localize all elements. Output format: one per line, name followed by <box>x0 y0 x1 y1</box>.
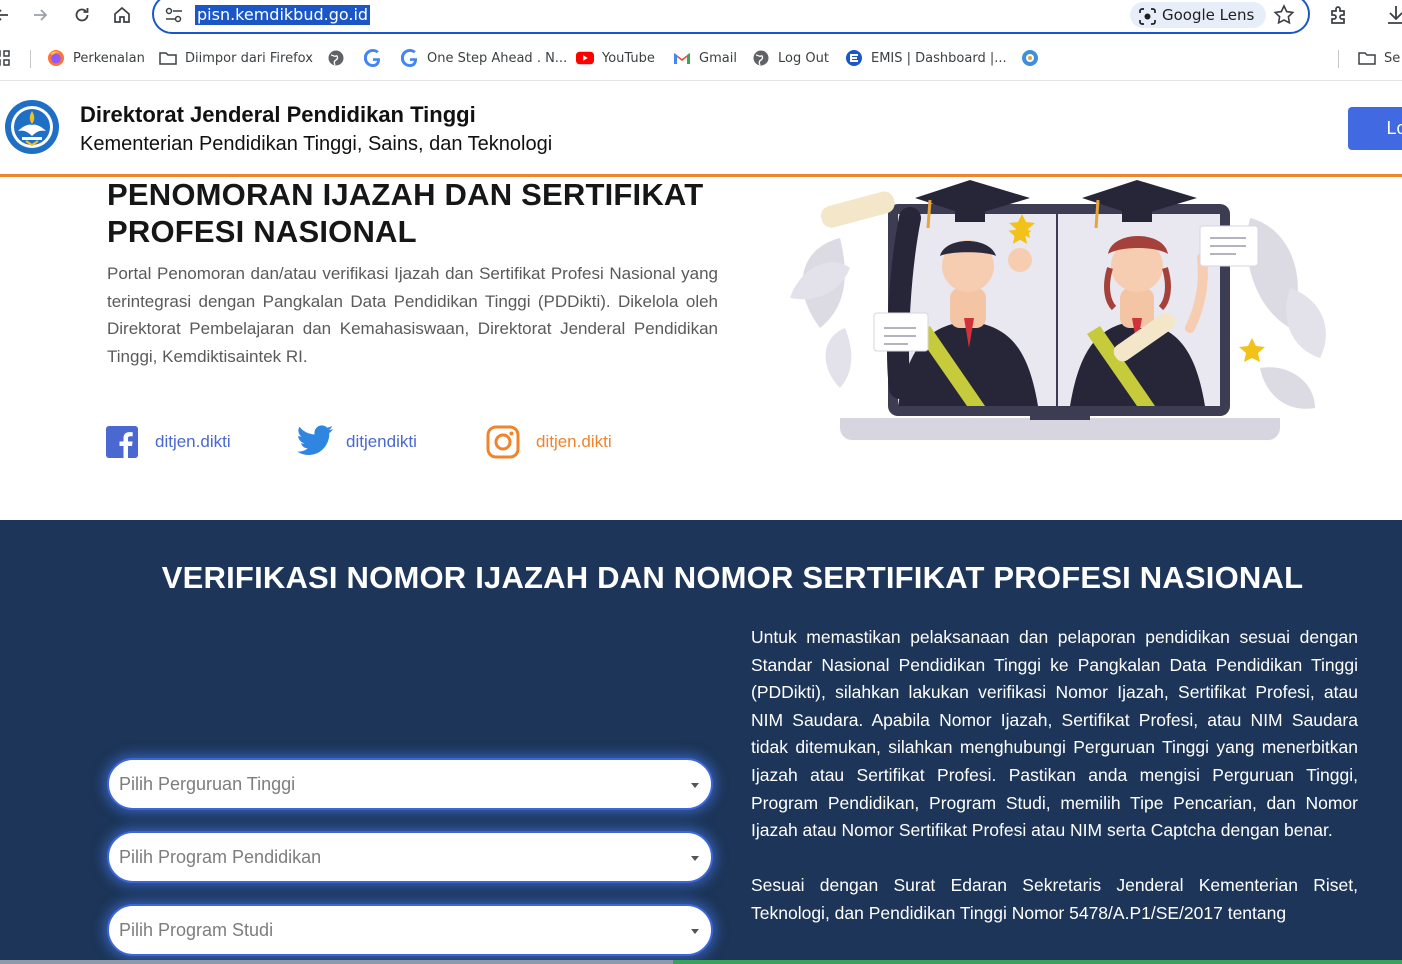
reload-icon[interactable] <box>68 3 96 27</box>
bookmark-folder-other[interactable]: Se <box>1358 48 1400 68</box>
bookmark-label: Diimpor dari Firefox <box>185 50 313 66</box>
bookmark-one-step-ahead[interactable]: One Step Ahead . N... <box>401 48 567 68</box>
download-icon[interactable] <box>1384 3 1402 27</box>
verification-paragraph: Untuk memastikan pelaksanaan dan pelapor… <box>751 627 1358 841</box>
app-icon <box>1021 49 1039 67</box>
bookmark-youtube[interactable]: YouTube <box>576 48 655 68</box>
select-program-studi[interactable]: Pilih Program Studi <box>107 904 713 956</box>
verification-description: Untuk memastikan pelaksanaan dan pelapor… <box>751 624 1358 928</box>
graduation-illustration <box>780 178 1340 448</box>
verification-paragraph: Sesuai dengan Surat Edaran Sekretaris Je… <box>751 875 1358 923</box>
google-lens-label: Google Lens <box>1162 6 1255 24</box>
back-icon[interactable] <box>0 3 16 27</box>
gmail-icon <box>673 49 691 67</box>
url-text[interactable]: pisn.kemdikbud.go.id <box>195 5 371 25</box>
bookmark-emis-dashboard[interactable]: EMIS | Dashboard |... <box>845 48 1007 68</box>
forward-icon[interactable] <box>26 3 54 27</box>
bookmark-gmail[interactable]: Gmail <box>673 48 737 68</box>
site-header: Direktorat Jenderal Pendidikan Tinggi Ke… <box>0 81 1402 177</box>
address-bar[interactable]: pisn.kemdikbud.go.id Google Lens <box>152 0 1310 34</box>
bookmark-label: YouTube <box>602 50 655 66</box>
google-lens-icon <box>1139 7 1156 25</box>
verification-title: VERIFIKASI NOMOR IJAZAH DAN NOMOR SERTIF… <box>161 560 1304 595</box>
google-icon <box>364 49 382 67</box>
folder-icon <box>159 49 177 67</box>
instagram-link[interactable]: ditjen.dikti <box>486 422 612 462</box>
extensions-icon[interactable] <box>1327 3 1351 27</box>
bookmark-label: Log Out <box>778 50 829 66</box>
hero-title: PENOMORAN IJAZAH DAN SERTIFIKAT PROFESI … <box>107 177 704 249</box>
select-program-pendidikan[interactable]: Pilih Program Pendidikan <box>107 831 713 883</box>
select-placeholder: Pilih Perguruan Tinggi <box>119 774 296 794</box>
bookmark-diimpor-dari-firefox[interactable]: Diimpor dari Firefox <box>159 48 313 68</box>
bookmark-label: Se <box>1384 50 1401 66</box>
twitter-link[interactable]: ditjendikti <box>296 422 417 462</box>
verification-section: VERIFIKASI NOMOR IJAZAH DAN NOMOR SERTIF… <box>0 520 1402 964</box>
firefox-icon <box>47 49 65 67</box>
home-icon[interactable] <box>108 3 136 27</box>
bottom-strip <box>0 960 1402 964</box>
bookmark-app[interactable] <box>1021 48 1039 68</box>
apps-icon[interactable] <box>0 48 10 68</box>
bookmark-label: Perkenalan <box>73 50 145 66</box>
select-placeholder: Pilih Program Studi <box>119 920 274 940</box>
bookmark-log-out[interactable]: Log Out <box>752 48 829 68</box>
google-icon <box>401 49 419 67</box>
caret-down-icon <box>691 929 699 934</box>
facebook-icon <box>105 425 139 459</box>
bookmark-google[interactable] <box>364 48 382 68</box>
bookmark-star-icon[interactable] <box>1272 3 1296 27</box>
hero-description: Portal Penomoran dan/atau verifikasi Ija… <box>107 264 718 366</box>
tut-wuri-handayani-logo[interactable] <box>4 99 60 155</box>
globe-icon <box>327 49 345 67</box>
browser-toolbar: pisn.kemdikbud.go.id Google Lens <box>0 0 1402 38</box>
facebook-handle: ditjen.dikti <box>155 432 231 451</box>
bookmark-globe[interactable] <box>327 48 345 68</box>
bookmarks-separator <box>1338 50 1339 68</box>
twitter-icon <box>296 425 333 459</box>
caret-down-icon <box>691 783 699 788</box>
bookmark-label: One Step Ahead . N... <box>427 50 568 66</box>
login-button[interactable]: Log <box>1348 107 1402 150</box>
bookmark-label: EMIS | Dashboard |... <box>871 50 1007 66</box>
google-lens-button[interactable]: Google Lens <box>1130 2 1267 28</box>
twitter-handle: ditjendikti <box>346 432 417 451</box>
org-subtitle: Kementerian Pendidikan Tinggi, Sains, da… <box>80 133 553 155</box>
instagram-handle: ditjen.dikti <box>536 432 612 451</box>
folder-icon <box>1358 49 1376 67</box>
youtube-icon <box>576 49 594 67</box>
site-info-icon[interactable] <box>165 7 183 23</box>
globe-icon <box>752 49 770 67</box>
bookmarks-separator <box>30 50 31 68</box>
instagram-icon <box>486 425 520 459</box>
caret-down-icon <box>691 856 699 861</box>
facebook-link[interactable]: ditjen.dikti <box>105 422 231 462</box>
bookmark-label: Gmail <box>699 50 737 66</box>
select-placeholder: Pilih Program Pendidikan <box>119 847 322 867</box>
bookmark-perkenalan[interactable]: Perkenalan <box>47 48 145 68</box>
org-name: Direktorat Jenderal Pendidikan Tinggi <box>80 102 476 127</box>
bookmarks-bar: Perkenalan Diimpor dari Firefox One Step… <box>0 44 1402 72</box>
emis-icon <box>845 49 863 67</box>
select-perguruan-tinggi[interactable]: Pilih Perguruan Tinggi <box>107 758 713 810</box>
